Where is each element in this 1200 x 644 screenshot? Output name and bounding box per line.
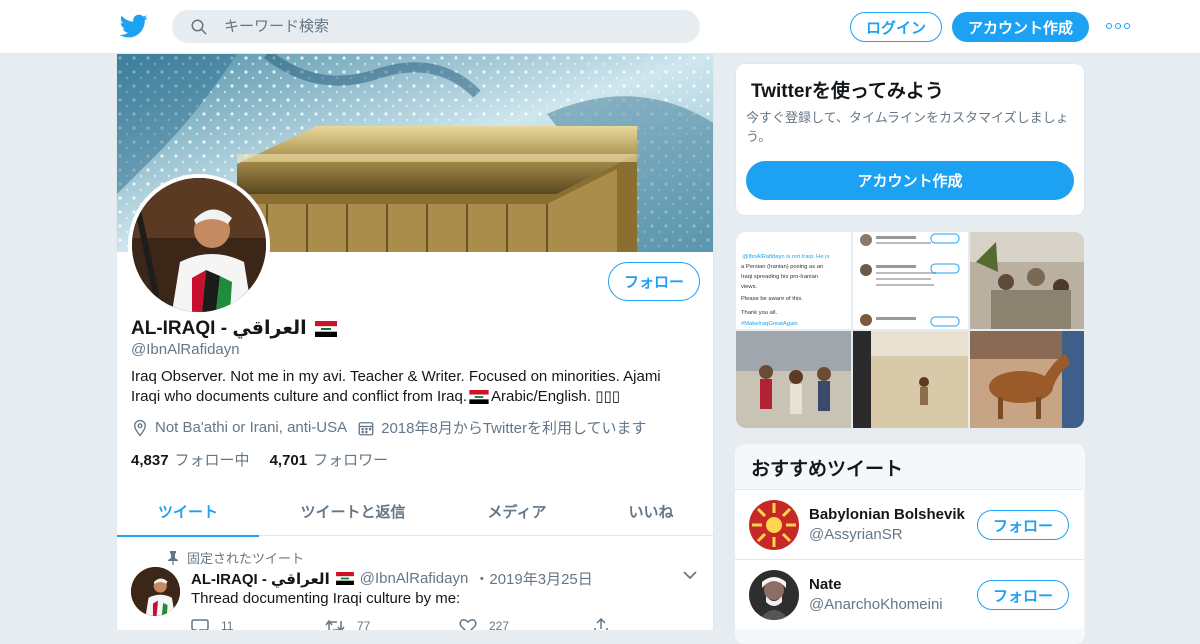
media-thumbnail-2[interactable] [853, 232, 968, 329]
profile-name: AL-IRAQI - العراقي [131, 317, 337, 340]
media-grid: .@IbnAlRafidayn is not Iraqi. He is a Pe… [736, 232, 1084, 428]
profile-column: フォロー AL-IRAQI - العراقي @IbnAlRafidayn I… [116, 54, 714, 630]
suggested-tweets-card: おすすめツイート Babylonian Bolshevik @AssyrianS… [735, 444, 1085, 644]
bio-line-1: Iraq Observer. Not me in my avi. Teacher… [131, 368, 661, 385]
profile-handle[interactable]: @IbnAlRafidayn [131, 341, 240, 358]
media-text-line-3: Iraqi spreading his pro-Iranian [741, 274, 818, 280]
media-thumbnail-6[interactable] [970, 331, 1084, 428]
reply-count: 11 [221, 619, 234, 630]
login-button[interactable]: ログイン [850, 12, 942, 42]
bio-line-2: Iraqi who documents culture and conflict… [131, 388, 467, 405]
tweet-actions: 11 77 227 [191, 618, 713, 630]
search-input[interactable] [224, 18, 684, 35]
share-icon [594, 618, 608, 630]
iraq-flag-icon [335, 572, 354, 585]
media-text-line-6: Thank you all. [741, 310, 777, 316]
signup-card-title: Twitterを使ってみよう [751, 81, 944, 102]
profile-tabs: ツイート ツイートと返信 メディア いいね [117, 486, 713, 537]
suggested-user-2-avatar[interactable] [749, 570, 799, 620]
profile-joined-date: 2018年8月からTwitterを利用しています [381, 420, 647, 437]
tweet-text: Thread documenting Iraqi culture by me: [191, 590, 461, 607]
tab-tweets[interactable]: ツイート [117, 486, 259, 537]
like-count: 227 [489, 619, 510, 630]
signup-card-button[interactable]: アカウント作成 [746, 161, 1074, 200]
media-text-line-7: #MakeIraqGreatAgain [741, 321, 798, 327]
followers-count-link[interactable]: 4,701 フォロワー [270, 449, 389, 470]
pinned-tweet[interactable]: 固定されたツイート AL-IRAQI - العراقي @IbnAlRafid… [117, 536, 713, 630]
following-count-link[interactable]: 4,837 フォロー中 [131, 449, 250, 470]
profile-follow-button[interactable]: フォロー [608, 262, 700, 301]
suggested-user-2-follow-button[interactable]: フォロー [977, 580, 1069, 610]
suggested-user-2[interactable]: Nate @AnarchoKhomeini フォロー [735, 559, 1083, 629]
pinned-indicator: 固定されたツイート [167, 548, 304, 567]
tab-tweets-and-replies[interactable]: ツイートと返信 [259, 486, 447, 536]
tweet-author-name[interactable]: AL-IRAQI - العراقي [191, 570, 330, 588]
media-text-line-5: Please be aware of this. [741, 296, 803, 302]
media-text-line-4: views. [741, 284, 757, 290]
tweet-header: AL-IRAQI - العراقي @IbnAlRafidayn ・ 2019… [191, 568, 593, 589]
bio-line-2-tail: Arabic/English. ▯▯▯ [491, 388, 620, 405]
like-action[interactable]: 227 [459, 618, 593, 630]
top-navigation-bar: ログイン アカウント作成 [0, 0, 1200, 54]
pin-icon [168, 550, 178, 565]
pinned-label: 固定されたツイート [187, 551, 305, 566]
heart-icon [459, 619, 477, 630]
media-text-line-2: a Persian (Iranian) posing as an [741, 264, 823, 270]
svg-text:.@IbnAlRafidayn is not Iraqi.: .@IbnAlRafidayn is not Iraqi. He is [741, 254, 829, 260]
tweet-separator: ・ [474, 571, 490, 588]
iraq-flag-icon [469, 390, 489, 404]
profile-name-text: AL-IRAQI - العراقي [131, 318, 307, 339]
tweet-date[interactable]: 2019年3月25日 [489, 568, 592, 589]
media-thumbnail-3[interactable] [970, 232, 1084, 329]
iraq-flag-icon [314, 320, 337, 337]
suggested-user-1-handle[interactable]: @AssyrianSR [809, 526, 903, 543]
share-action[interactable] [593, 618, 713, 630]
calendar-icon [358, 421, 374, 435]
media-thumbnail-1[interactable]: .@IbnAlRafidayn is not Iraqi. He is a Pe… [736, 232, 851, 329]
suggested-user-2-name[interactable]: Nate [809, 576, 842, 593]
suggested-title: おすすめツイート [751, 459, 904, 480]
media-thumbnail-5[interactable] [853, 331, 968, 428]
profile-avatar[interactable] [128, 174, 270, 316]
suggested-user-2-handle[interactable]: @AnarchoKhomeini [809, 596, 943, 613]
profile-location: Not Ba'athi or Irani, anti-USA [155, 419, 348, 436]
search-icon [191, 19, 207, 34]
reply-icon [191, 619, 209, 630]
signup-card-description: 今すぐ登録して、タイムラインをカスタマイズしましょう。 [746, 110, 1069, 144]
media-text-line-1: .@IbnAlRafidayn is not Iraqi. He is [741, 254, 829, 260]
media-thumbnail-4[interactable] [736, 331, 851, 428]
tweet-avatar[interactable] [131, 567, 180, 616]
profile-meta: Not Ba'athi or Irani, anti-USA 2018年8月から… [131, 417, 647, 438]
tweet-author-handle[interactable]: @IbnAlRafidayn [360, 570, 469, 587]
chevron-down-icon[interactable] [683, 570, 697, 580]
retweet-count: 77 [357, 619, 371, 630]
retweet-action[interactable]: 77 [325, 618, 459, 630]
suggested-user-1-follow-button[interactable]: フォロー [977, 510, 1069, 540]
signup-card: Twitterを使ってみよう 今すぐ登録して、タイムラインをカスタマイズしましょ… [735, 63, 1085, 216]
search-bar[interactable] [172, 10, 700, 43]
profile-counts: 4,837 フォロー中 4,701 フォロワー [131, 449, 388, 470]
location-pin-icon [134, 419, 146, 437]
suggested-user-1[interactable]: Babylonian Bolshevik @AssyrianSR フォロー [735, 489, 1083, 559]
retweet-icon [325, 619, 345, 630]
reply-action[interactable]: 11 [191, 618, 325, 630]
suggested-user-1-avatar[interactable] [749, 500, 799, 550]
profile-bio: Iraq Observer. Not me in my avi. Teacher… [131, 367, 691, 407]
tab-likes[interactable]: いいね [587, 486, 713, 536]
more-options-icon[interactable] [1106, 20, 1132, 32]
signup-button[interactable]: アカウント作成 [952, 12, 1089, 42]
tab-media[interactable]: メディア [447, 486, 587, 536]
twitter-bird-logo-icon[interactable] [120, 12, 148, 40]
suggested-user-1-name[interactable]: Babylonian Bolshevik [809, 506, 965, 523]
